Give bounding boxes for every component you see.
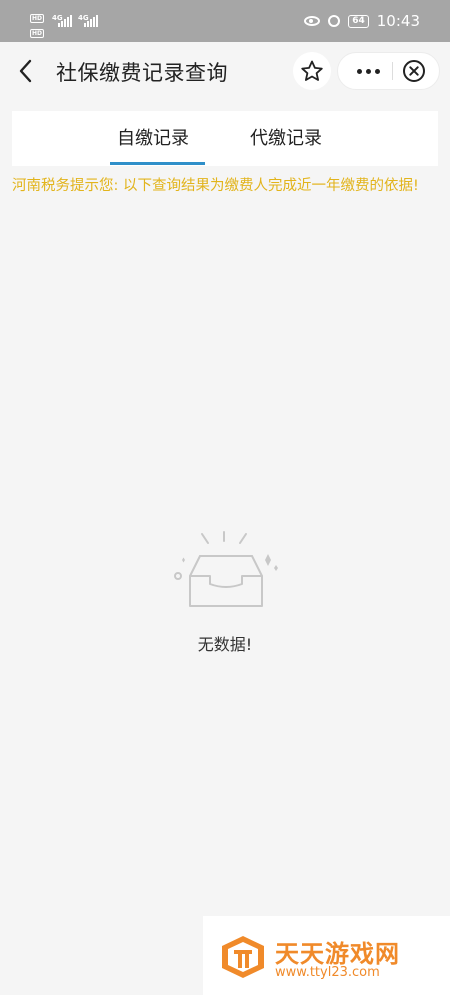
mini-program-capsule [337, 52, 440, 90]
nav-bar: 社保缴费记录查询 [0, 42, 450, 100]
signal-icon [58, 15, 72, 27]
page-title: 社保缴费记录查询 [56, 61, 228, 85]
eye-comfort-icon [304, 16, 321, 26]
record-tabs: 自缴记录 代缴记录 [12, 111, 438, 166]
more-options-icon[interactable] [346, 53, 390, 89]
alarm-icon [328, 15, 341, 27]
tax-notice: 河南税务提示您: 以下查询结果为缴费人完成近一年缴费的依据! [12, 178, 419, 194]
site-watermark: 天天游戏网 www.ttyl23.com [203, 916, 450, 995]
status-time: 10:43 [376, 12, 420, 30]
back-arrow-icon[interactable] [14, 58, 40, 84]
tab-agent-payment[interactable]: 代缴记录 [250, 124, 322, 150]
active-tab-indicator [110, 162, 205, 165]
watermark-url: www.ttyl23.com [275, 965, 380, 980]
battery-indicator: 64 [348, 14, 369, 28]
hd-badge: HD [30, 14, 45, 23]
status-bar: HD HD 4G 4G 64 10:43 [0, 0, 450, 42]
watermark-logo-icon [222, 936, 264, 978]
network-indicator: HD HD [30, 14, 45, 38]
signal-icon [84, 15, 98, 27]
favorite-star-icon[interactable] [293, 52, 331, 90]
tab-self-payment[interactable]: 自缴记录 [117, 124, 189, 150]
watermark-title: 天天游戏网 [275, 940, 400, 968]
capsule-divider [392, 62, 393, 80]
hd-badge: HD [30, 29, 45, 38]
empty-box-icon [174, 531, 278, 607]
empty-state-text: 无数据! [197, 635, 253, 654]
close-icon[interactable] [402, 59, 426, 83]
